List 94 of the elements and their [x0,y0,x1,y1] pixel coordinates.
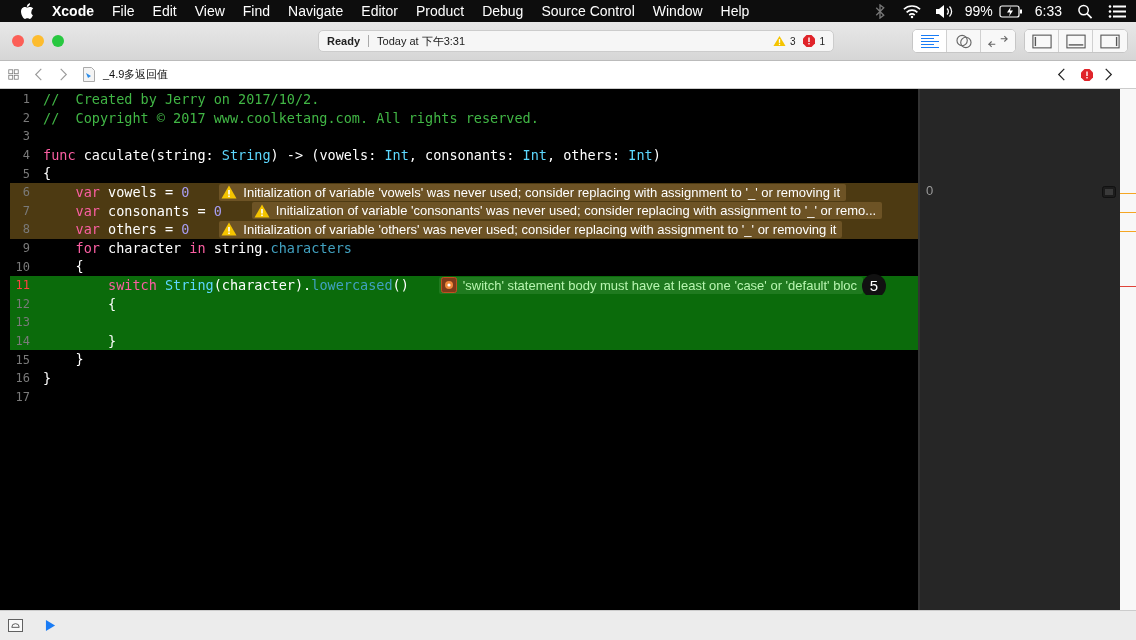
previous-issue-icon[interactable] [1056,68,1067,81]
warning-icon [253,203,270,218]
close-button[interactable] [12,35,24,47]
line-number: 1 [21,92,30,107]
code-text: var consonants = 0 [74,201,222,221]
overlapping-circles-icon [953,33,974,49]
related-items-icon[interactable] [8,68,19,81]
swift-file-icon [83,67,95,82]
error-icon [440,277,457,294]
menu-item[interactable]: Find [242,3,271,19]
code-text: { [74,257,84,276]
code-text: } [74,350,84,369]
result-value: 0 [926,183,934,198]
line-number: 15 [14,352,30,367]
issue-marker[interactable] [1120,211,1136,213]
warning-icon [772,35,786,47]
menu-item[interactable]: Source Control [541,3,635,19]
line-number: 11 [14,278,30,293]
issue-annotation[interactable]: Initialization of variable 'vowels' was never used; consider replacing with assignment to '_' or removing it [219,183,846,201]
line-number: 7 [21,203,30,218]
code-text: { [43,164,52,183]
code-text: { [107,294,117,314]
navigator-panel-icon [1031,33,1052,49]
two-way-arrows-icon [988,33,1008,49]
code-text: } [107,331,117,351]
issue-annotation[interactable]: 'switch' statement body must have at least one 'case' or 'default' bloc [438,276,864,294]
warning-count: 3 [789,35,796,47]
build-status: Ready [327,35,361,47]
menu-item[interactable]: Navigate [288,3,344,19]
code-text: func caculate(string: String) -> (vowels: Int, consonants: Int, others: Int) [43,145,661,165]
menu-clock: 6:33 [1034,3,1062,19]
list-icon[interactable] [1108,3,1126,19]
line-number: 3 [21,129,30,144]
menu-item[interactable]: Help [720,3,750,19]
line-number: 8 [21,222,30,237]
menu-item[interactable]: Product [415,3,465,19]
next-issue-icon[interactable] [1103,68,1114,81]
code-text: switch String(character).lowercased() [107,275,409,295]
issue-annotation[interactable]: Initialization of variable 'others' was never used; consider replacing with assignment to '_' or removing it [219,220,843,238]
error-icon[interactable] [1081,68,1093,81]
volume-icon[interactable] [934,3,953,19]
line-number: 2 [21,110,30,125]
line-number: 10 [14,259,30,274]
app-menu[interactable]: Xcode [52,3,94,19]
issue-message: Initialization of variable 'vowels' was never used; consider replacing with assignment to '_' or removing it [243,184,840,200]
warning-icon [221,222,238,237]
issue-annotation[interactable]: Initialization of variable 'consonants' was never used; consider replacing with assignment to '_' or remo... [251,202,883,220]
debug-panel-icon [1065,33,1086,49]
issue-message: Initialization of variable 'consonants' was never used; consider replacing with assignment to '_' or remo... [275,203,877,219]
file-breadcrumb[interactable]: _4.9多返回值 [103,67,169,82]
code-text: } [43,368,52,388]
menu-item[interactable]: Debug [482,3,524,19]
standard-editor-button[interactable] [913,30,947,52]
issue-message: 'switch' statement body must have at least one 'case' or 'default' bloc [462,277,858,293]
debug-area-toggle-icon[interactable] [8,619,23,632]
line-number: 14 [14,334,30,348]
line-number: 13 [14,315,30,330]
code-text: for character in string.characters [74,238,352,258]
menu-item[interactable]: Edit [152,3,177,19]
line-number: 5 [21,166,30,181]
menu-item[interactable]: Window [652,3,703,19]
forward-icon[interactable] [58,68,69,81]
line-number: 16 [14,371,30,386]
line-number: 9 [21,241,30,256]
text-lines-icon [919,33,940,49]
issue-marker[interactable] [1120,193,1136,195]
line-number: 17 [14,389,30,404]
menu-item[interactable]: File [112,3,135,19]
menu-item[interactable]: View [194,3,225,19]
issue-message: Initialization of variable 'others' was never used; consider replacing with assignment to '_' or removing it [243,221,837,237]
code-text: // Copyright © 2017 www.coolketang.com. All rights reserved. [43,108,539,128]
back-icon[interactable] [33,68,44,81]
search-icon[interactable] [1076,3,1094,19]
line-number: 4 [21,148,30,163]
menu-item[interactable]: Editor [361,3,398,19]
code-text: var vowels = 0 [74,182,190,202]
battery-charging-icon[interactable] [998,3,1023,19]
error-icon [803,35,816,47]
utilities-panel-icon [1100,33,1120,49]
wifi-icon[interactable] [902,3,921,19]
run-icon[interactable] [45,619,56,632]
apple-logo-icon[interactable] [20,3,34,19]
issue-marker[interactable] [1120,286,1136,288]
navigator-toggle-button[interactable] [1025,30,1059,52]
code-text: var others = 0 [74,220,190,239]
line-number: 12 [14,296,30,311]
issue-marker[interactable] [1120,230,1136,232]
error-count: 1 [819,35,825,47]
issue-count-badge: 5 [862,273,886,298]
battery-percentage: 99% [964,3,993,19]
build-time: Today at 下午3:31 [377,33,466,49]
warning-icon [221,185,238,200]
code-text: // Created by Jerry on 2017/10/2. [43,90,320,109]
line-number: 6 [21,185,30,200]
